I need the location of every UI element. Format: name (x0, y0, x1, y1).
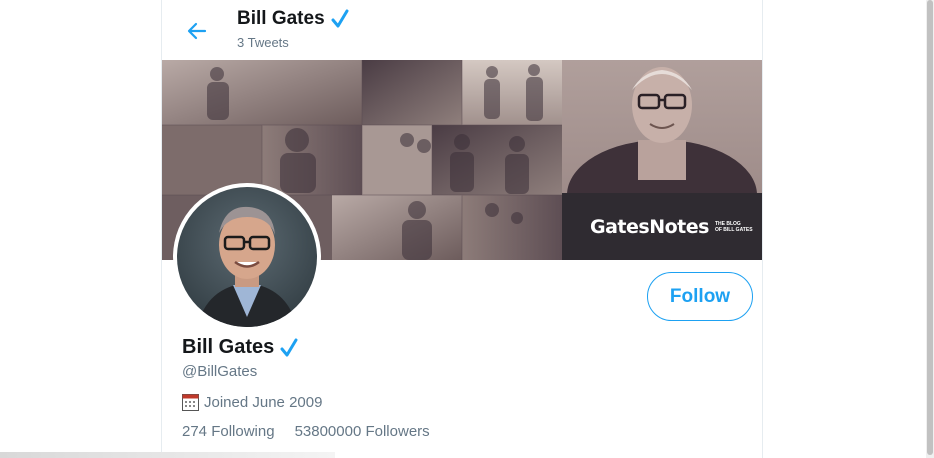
brand-text: GatesNotes (590, 216, 709, 238)
gatesnotes-brand: GatesNotes THE BLOG OF BILL GATES (590, 216, 753, 238)
back-button[interactable] (182, 16, 212, 46)
vertical-scrollbar[interactable] (926, 0, 934, 458)
profile-name-text: Bill Gates (182, 336, 275, 358)
scrollbar-thumb[interactable] (927, 0, 933, 455)
join-date: Joined June 2009 (182, 393, 322, 411)
profile-name: Bill Gates (182, 336, 298, 359)
avatar[interactable] (173, 183, 321, 331)
profile-header: Bill Gates 3 Tweets (162, 0, 762, 60)
tweet-count: 3 Tweets (237, 35, 289, 50)
avatar-image (177, 187, 317, 327)
followers-count-link[interactable]: 53800000 Followers (295, 423, 430, 440)
calendar-icon (182, 393, 199, 411)
verified-check-icon (280, 338, 298, 358)
arrow-left-icon (187, 22, 207, 40)
profile-column: Bill Gates 3 Tweets GatesNotes THE BLOG … (161, 0, 763, 458)
brand-tagline: THE BLOG OF BILL GATES (715, 221, 753, 233)
follow-button[interactable]: Follow (647, 272, 753, 321)
following-count-link[interactable]: 274 Following (182, 423, 275, 440)
verified-check-icon (331, 9, 349, 29)
profile-handle: @BillGates (182, 363, 258, 380)
header-name-text: Bill Gates (237, 8, 325, 29)
bottom-shadow (0, 452, 335, 458)
join-date-text: Joined June 2009 (204, 393, 323, 411)
header-title: Bill Gates (237, 8, 349, 30)
profile-stats: 274 Following 53800000 Followers (182, 423, 430, 440)
brand-tagline-line-2: OF BILL GATES (714, 227, 753, 233)
